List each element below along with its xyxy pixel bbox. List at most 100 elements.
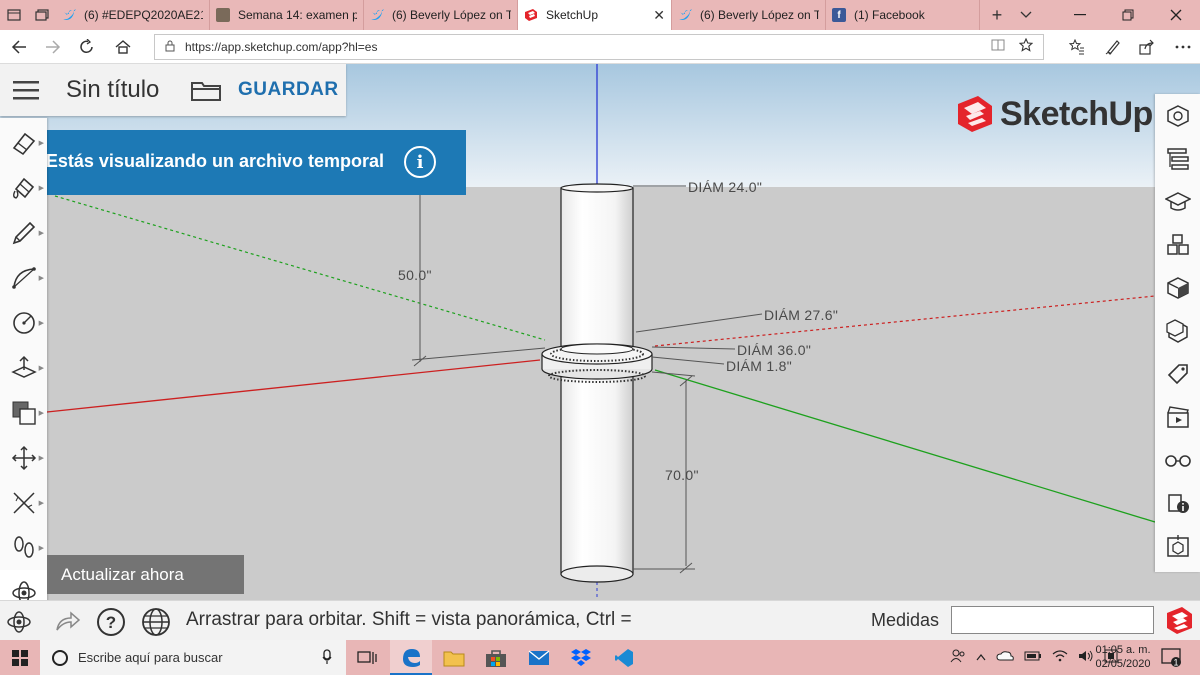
reading-view-icon[interactable]	[991, 38, 1005, 55]
share-icon[interactable]	[1136, 36, 1158, 58]
scenes-button[interactable]	[1155, 397, 1200, 437]
temporary-file-banner: Estás visualizando un archivo temporal i	[46, 130, 466, 195]
action-center-icon[interactable]: 1	[1160, 646, 1182, 668]
windows-taskbar: Escribe aquí para buscar 01:05 a. m. 02/…	[0, 640, 1200, 675]
browser-nav-bar: https://app.sketchup.com/app?hl=es	[0, 30, 1200, 64]
show-hidden-icons-chevron-icon[interactable]	[976, 652, 986, 664]
push-pull-tool[interactable]: ▶	[0, 345, 47, 390]
tab-preview-icon[interactable]	[0, 0, 28, 30]
language-globe-icon[interactable]	[141, 607, 171, 637]
wifi-icon[interactable]	[1052, 650, 1068, 665]
browser-tab[interactable]: (6) Beverly López on Tw	[364, 0, 518, 30]
mail-icon[interactable]	[518, 640, 560, 675]
instructor-button[interactable]	[1155, 182, 1200, 222]
tab-list-chevron-icon[interactable]	[1014, 0, 1038, 30]
browser-tab[interactable]: (6) #EDEPQ2020AE21 -	[56, 0, 210, 30]
dropbox-icon[interactable]	[560, 640, 602, 675]
favorites-hub-icon[interactable]	[1066, 36, 1088, 58]
solid-inspector-button[interactable]	[1155, 526, 1200, 566]
materials-button[interactable]	[1155, 268, 1200, 308]
close-window-button[interactable]	[1152, 0, 1200, 30]
browser-tab[interactable]: Semana 14: examen pa	[210, 0, 364, 30]
measurements-label: Medidas	[871, 610, 940, 630]
refresh-icon[interactable]	[76, 36, 98, 58]
windows-start-icon[interactable]	[0, 640, 40, 675]
task-view-icon[interactable]	[346, 640, 388, 675]
sketchup-viewport[interactable]: DIÁM 24.0" 50.0" DIÁM 27.6" DIÁM 36.0" D…	[0, 64, 1200, 640]
more-options-icon[interactable]	[1172, 36, 1194, 58]
lower-cylinder	[560, 363, 634, 575]
microphone-icon[interactable]	[322, 649, 332, 668]
facebook-icon: f	[832, 8, 846, 22]
paint-bucket-tool[interactable]: ▶	[0, 165, 47, 210]
system-tray	[950, 640, 1118, 675]
help-icon[interactable]: ?	[96, 607, 126, 637]
address-bar[interactable]: https://app.sketchup.com/app?hl=es	[154, 34, 1044, 60]
tags-button[interactable]	[1155, 354, 1200, 394]
scenes-icon	[1166, 406, 1189, 428]
back-icon[interactable]	[8, 36, 30, 58]
offset-tool[interactable]: ▶	[0, 390, 47, 435]
outliner-button[interactable]	[1155, 139, 1200, 179]
arc-tool[interactable]: ▶	[0, 255, 47, 300]
entity-info-button[interactable]	[1155, 96, 1200, 136]
home-icon[interactable]	[112, 36, 134, 58]
orbit-status-icon[interactable]	[4, 607, 34, 637]
clock[interactable]: 01:05 a. m. 02/05/2020	[1094, 643, 1152, 671]
restore-button[interactable]	[1104, 0, 1152, 30]
paint-bucket-icon	[12, 177, 34, 199]
new-tab-button[interactable]: +	[980, 0, 1014, 30]
edge-icon[interactable]	[390, 640, 432, 675]
pen-notes-icon[interactable]	[1102, 36, 1124, 58]
entity-info-icon	[1166, 105, 1189, 127]
favorite-star-icon[interactable]	[1018, 37, 1034, 55]
tab-actions-icon[interactable]	[28, 0, 56, 30]
walk-tool[interactable]: ▶	[0, 525, 47, 570]
share-model-icon[interactable]	[52, 607, 82, 637]
url-text: https://app.sketchup.com/app?hl=es	[185, 40, 378, 54]
onedrive-cloud-icon[interactable]	[996, 651, 1014, 664]
measurements-input[interactable]	[951, 606, 1154, 634]
forward-icon[interactable]	[42, 36, 64, 58]
circle-tool[interactable]: ▶	[0, 300, 47, 345]
store-icon[interactable]	[475, 640, 517, 675]
move-tool[interactable]: ▶	[0, 435, 47, 480]
model-info-button[interactable]	[1155, 483, 1200, 523]
hamburger-menu-icon[interactable]	[0, 64, 52, 116]
open-folder-icon[interactable]	[186, 70, 226, 110]
browser-tab[interactable]: (6) Beverly López on Tw	[672, 0, 826, 30]
display-button[interactable]	[1155, 440, 1200, 480]
browser-tab-label: Semana 14: examen pa	[238, 8, 357, 22]
save-button[interactable]: GUARDAR	[238, 79, 339, 101]
info-icon[interactable]: i	[404, 146, 436, 178]
components-button[interactable]	[1155, 225, 1200, 265]
battery-icon[interactable]	[1024, 651, 1042, 664]
browser-tab-label: (6) #EDEPQ2020AE21 -	[84, 8, 203, 22]
styles-button[interactable]	[1155, 311, 1200, 351]
circle-icon	[12, 311, 35, 334]
lower-cylinder-bottom	[560, 565, 634, 583]
people-icon[interactable]	[950, 649, 966, 666]
sketchup-status-logo-icon	[1164, 605, 1194, 635]
height-50-label: 50.0"	[398, 267, 432, 283]
minimize-button[interactable]	[1056, 0, 1104, 30]
pencil-tool[interactable]: ▶	[0, 210, 47, 255]
browser-tab[interactable]: f (1) Facebook	[826, 0, 980, 30]
browser-tab[interactable]: SketchUp ✕	[518, 0, 672, 30]
height-70-label: 70.0"	[665, 467, 699, 483]
instructor-icon	[1164, 192, 1191, 211]
browser-tab-label: (6) Beverly López on Tw	[700, 8, 819, 22]
taskbar-search-placeholder: Escribe aquí para buscar	[78, 650, 223, 665]
file-explorer-icon[interactable]	[433, 640, 475, 675]
tape-measure-tool[interactable]: ▶	[0, 480, 47, 525]
volume-icon[interactable]	[1078, 650, 1094, 665]
update-now-button[interactable]: Actualizar ahora	[47, 555, 244, 594]
eraser-tool[interactable]: ▶	[0, 120, 47, 165]
left-toolbar: ▶ ▶ ▶ ▶ ▶ ▶ ▶ ▶ ▶ ▶	[0, 118, 47, 628]
taskbar-search-box[interactable]: Escribe aquí para buscar	[40, 640, 346, 675]
document-title[interactable]: Sin título	[66, 76, 176, 104]
upper-cylinder-top	[560, 183, 634, 193]
sketchup-icon	[524, 8, 538, 22]
close-tab-icon[interactable]: ✕	[653, 7, 665, 24]
vscode-icon[interactable]	[603, 640, 645, 675]
